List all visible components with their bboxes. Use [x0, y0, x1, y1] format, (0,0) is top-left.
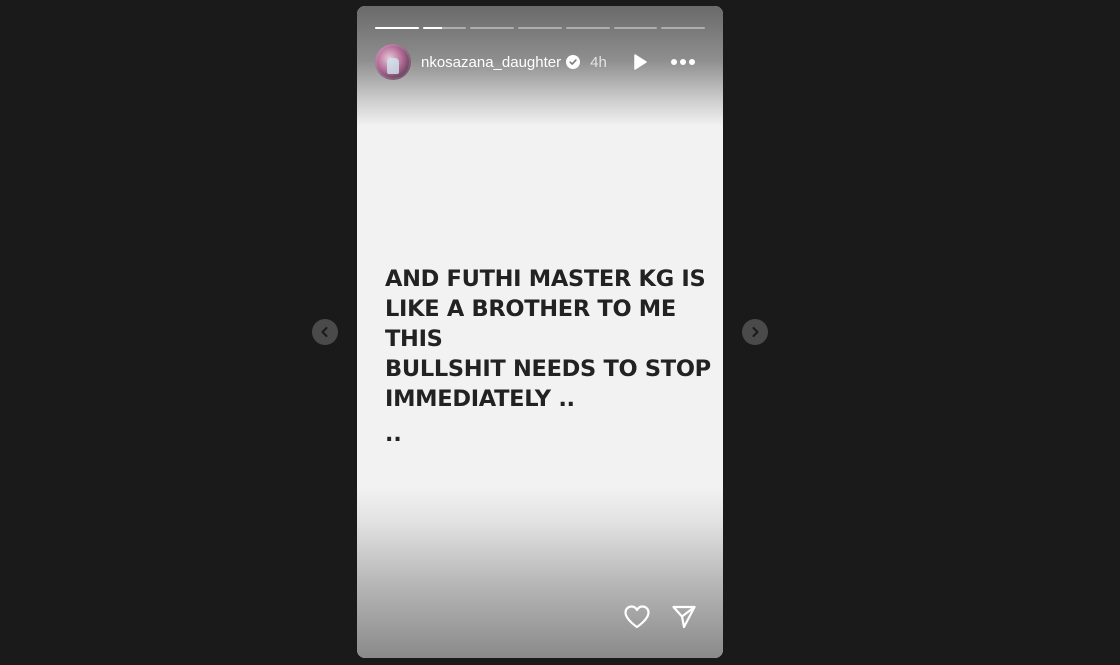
play-button[interactable]: [629, 51, 651, 73]
share-button[interactable]: [671, 604, 697, 630]
timestamp: 4h: [590, 53, 607, 71]
story-header: nkosazana_daughter 4h: [375, 44, 705, 80]
verified-badge-icon: [566, 55, 581, 69]
more-options-button[interactable]: [669, 51, 697, 73]
story-text: AND FUTHI MASTER KG IS LIKE A BROTHER TO…: [385, 266, 711, 412]
story-progress-bar: [375, 27, 706, 29]
bottom-gradient: [357, 488, 723, 658]
progress-segment: [375, 27, 419, 29]
previous-story-button[interactable]: [312, 319, 338, 345]
progress-segment: [422, 27, 467, 29]
chevron-right-icon: [752, 327, 759, 337]
progress-segment-fill: [422, 27, 443, 29]
username[interactable]: nkosazana_daughter: [421, 54, 561, 71]
progress-segment: [661, 27, 706, 29]
heart-icon: [624, 605, 650, 629]
progress-segment: [470, 27, 515, 29]
send-icon: [672, 605, 696, 629]
more-options-icon: [671, 59, 695, 65]
story-viewer[interactable]: nkosazana_daughter 4h AND FUTHI MASTER K…: [357, 6, 723, 658]
progress-segment: [518, 27, 562, 29]
play-icon: [634, 54, 647, 70]
progress-segment: [613, 27, 658, 29]
progress-segment-fill: [375, 27, 419, 29]
progress-segment: [565, 27, 610, 29]
avatar[interactable]: [375, 44, 411, 80]
like-button[interactable]: [623, 604, 651, 630]
chevron-left-icon: [321, 327, 328, 337]
story-trailing-dots: ..: [385, 422, 402, 447]
next-story-button[interactable]: [742, 319, 768, 345]
